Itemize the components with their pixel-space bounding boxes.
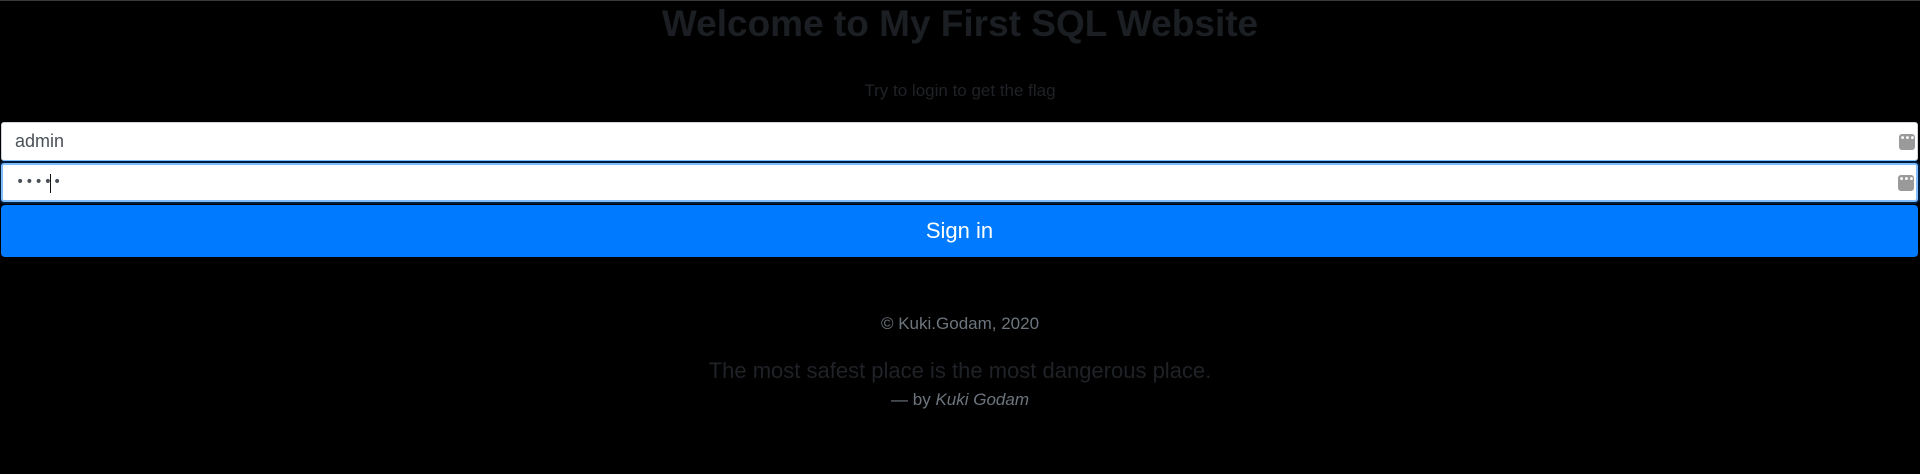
page: Welcome to My First SQL Website Try to l…: [0, 0, 1920, 474]
password-mask: •••••: [16, 174, 63, 190]
quote-attribution: — by Kuki Godam: [0, 389, 1920, 411]
quote-by-prefix: — by: [891, 390, 931, 409]
ellipsis-icon[interactable]: •••: [1898, 175, 1914, 191]
page-subtitle: Try to login to get the flag: [864, 81, 1056, 100]
username-field-container: •••: [1, 122, 1918, 161]
sign-in-button[interactable]: Sign in: [1, 205, 1918, 257]
page-title: Welcome to My First SQL Website: [661, 3, 1259, 44]
quote-author: Kuki Godam: [935, 390, 1029, 409]
top-divider: [0, 0, 1920, 1]
copyright-text: © Kuki.Godam, 2020: [880, 314, 1040, 333]
username-input[interactable]: [2, 123, 1917, 160]
quote-text: The most safest place is the most danger…: [708, 358, 1212, 383]
password-field-container: ••••• •••: [1, 163, 1918, 202]
ellipsis-icon[interactable]: •••: [1899, 134, 1915, 150]
password-input[interactable]: [3, 165, 1916, 200]
text-caret: [50, 174, 51, 193]
